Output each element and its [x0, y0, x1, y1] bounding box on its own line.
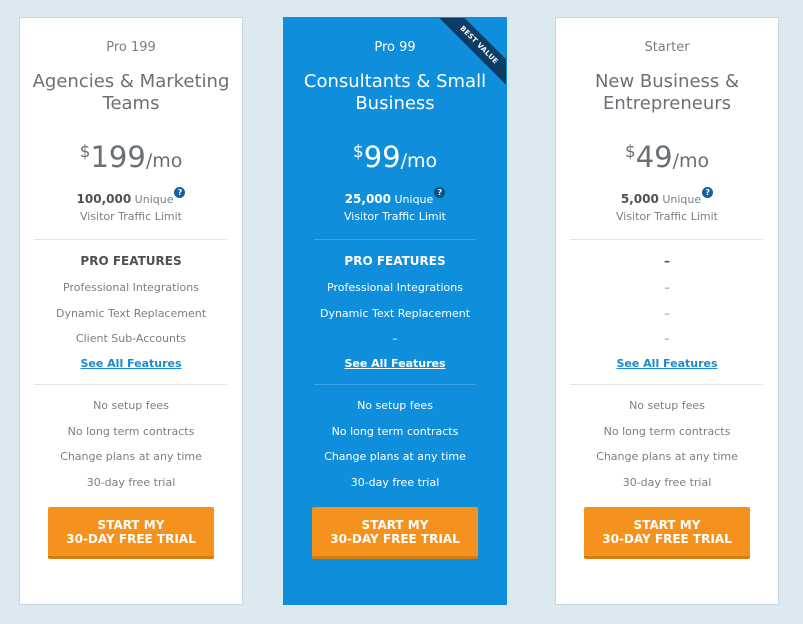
perk-item: No long term contracts [603, 425, 731, 438]
plan-card-pro-99: BEST VALUE Pro 99 Consultants & Small Bu… [283, 17, 507, 605]
price-amount: 199 [90, 140, 146, 174]
see-all-features-link[interactable]: See All Features [556, 357, 778, 370]
plan-audience: New Business & Entrepreneurs [594, 71, 740, 114]
feature-item: – [664, 281, 670, 294]
visitor-unique: Unique [394, 193, 434, 206]
visitor-limit: 100,000 Unique? [20, 187, 242, 206]
plan-price: $99/mo [284, 140, 506, 174]
feature-item: – [664, 307, 670, 320]
cta-line1: START MY [633, 517, 701, 532]
perk-item: Change plans at any time [324, 450, 466, 463]
cta-line2: 30-DAY FREE TRIAL [66, 531, 196, 546]
start-trial-button[interactable]: START MY 30-DAY FREE TRIAL [48, 507, 214, 559]
start-trial-button[interactable]: START MY 30-DAY FREE TRIAL [312, 507, 478, 559]
feature-item: – [664, 332, 670, 345]
cta-line2: 30-DAY FREE TRIAL [330, 531, 460, 546]
perk-item: 30-day free trial [622, 476, 712, 489]
cta-line1: START MY [361, 517, 429, 532]
perk-item: No setup fees [357, 399, 433, 412]
features-title: – [664, 254, 670, 268]
feature-item: – [392, 332, 398, 345]
divider [34, 239, 228, 240]
price-currency: $ [352, 142, 364, 162]
price-period: /mo [672, 150, 710, 172]
plan-card-starter: Starter New Business & Entrepreneurs $49… [555, 17, 779, 605]
visitor-count: 25,000 [344, 192, 391, 206]
visitor-limit-label: Visitor Traffic Limit [615, 210, 718, 223]
visitor-unique: Unique [134, 193, 174, 206]
plan-price: $49/mo [556, 140, 778, 174]
feature-item: Dynamic Text Replacement [319, 307, 471, 320]
divider [34, 384, 228, 385]
perk-item: No setup fees [629, 399, 705, 412]
perk-item: No setup fees [93, 399, 169, 412]
feature-item: Dynamic Text Replacement [55, 307, 207, 320]
plan-price: $199/mo [20, 140, 242, 174]
see-all-features-link[interactable]: See All Features [20, 357, 242, 370]
divider [570, 239, 764, 240]
plan-card-pro-199: Pro 199 Agencies & Marketing Teams $199/… [19, 17, 243, 605]
visitor-limit: 5,000 Unique? [556, 187, 778, 206]
visitor-limit-label: Visitor Traffic Limit [79, 210, 182, 223]
visitor-unique: Unique [662, 193, 702, 206]
visitor-count: 5,000 [620, 192, 659, 206]
price-currency: $ [624, 142, 636, 162]
plan-audience: Agencies & Marketing Teams [32, 71, 230, 114]
price-period: /mo [400, 150, 438, 172]
perk-item: 30-day free trial [350, 476, 440, 489]
visitor-count: 100,000 [76, 192, 132, 206]
features-title: PRO FEATURES [80, 254, 182, 268]
help-icon[interactable]: ? [702, 187, 714, 198]
cta-line1: START MY [97, 517, 165, 532]
perk-item: Change plans at any time [60, 450, 202, 463]
cta-line2: 30-DAY FREE TRIAL [602, 531, 732, 546]
help-icon[interactable]: ? [174, 187, 186, 198]
plan-name: Starter [644, 40, 690, 55]
feature-item: Professional Integrations [63, 281, 199, 294]
price-currency: $ [79, 142, 91, 162]
feature-item: Client Sub-Accounts [75, 332, 187, 345]
divider [314, 239, 476, 240]
plan-name: Pro 99 [374, 40, 416, 55]
perk-item: Change plans at any time [596, 450, 738, 463]
visitor-limit: 25,000 Unique? [284, 187, 506, 206]
help-icon[interactable]: ? [434, 187, 446, 198]
perk-item: No long term contracts [67, 425, 195, 438]
visitor-limit-label: Visitor Traffic Limit [343, 210, 446, 223]
perk-item: No long term contracts [331, 425, 459, 438]
plan-audience: Consultants & Small Business [303, 71, 487, 114]
price-amount: 99 [363, 140, 401, 174]
features-title: PRO FEATURES [344, 254, 446, 268]
feature-item: Professional Integrations [327, 281, 463, 294]
divider [314, 384, 476, 385]
perk-item: 30-day free trial [86, 476, 176, 489]
price-amount: 49 [635, 140, 673, 174]
start-trial-button[interactable]: START MY 30-DAY FREE TRIAL [584, 507, 750, 559]
divider [570, 384, 764, 385]
price-period: /mo [145, 150, 183, 172]
plan-name: Pro 199 [106, 40, 156, 55]
see-all-features-link[interactable]: See All Features [284, 357, 506, 370]
